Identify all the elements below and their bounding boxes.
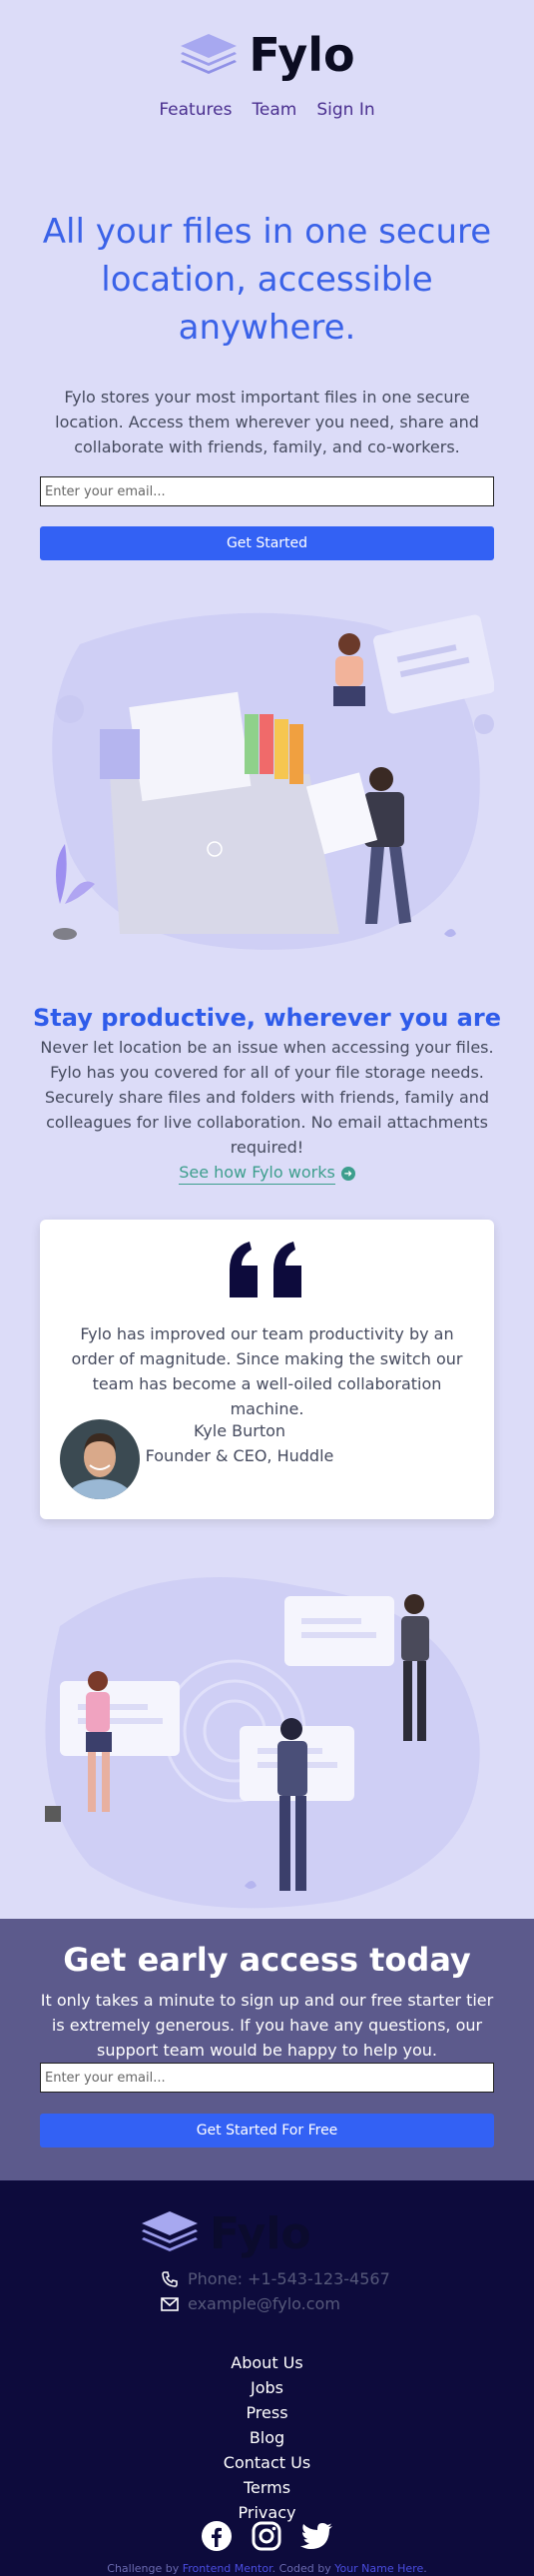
facebook-icon[interactable] <box>201 2520 233 2556</box>
testimonial-name: Kyle Burton <box>193 1421 286 1440</box>
footer-logo-text: Fylo <box>210 2208 311 2259</box>
early-access-title: Get early access today <box>63 1941 471 1979</box>
footer-link-blog[interactable]: Blog <box>0 2425 534 2450</box>
footer-phone: Phone: +1-543-123-4567 <box>160 2269 390 2288</box>
collaboration-illustration <box>40 1566 494 1921</box>
hero-title: All your files in one secure location, a… <box>42 212 492 348</box>
footer-link-contact[interactable]: Contact Us <box>0 2450 534 2475</box>
attribution: Challenge by Frontend Mentor. Coded by Y… <box>0 2562 534 2575</box>
footer-link-terms[interactable]: Terms <box>0 2475 534 2500</box>
quote-icon <box>230 1242 301 1297</box>
social-links <box>0 2520 534 2556</box>
footer-email: example@fylo.com <box>160 2294 340 2313</box>
fylo-logo-icon <box>179 32 239 78</box>
instagram-icon[interactable] <box>251 2520 282 2556</box>
footer-logo[interactable]: Fylo <box>140 2208 311 2259</box>
nav-team[interactable]: Team <box>252 100 296 120</box>
phone-icon <box>160 2270 180 2288</box>
avatar <box>60 1419 140 1499</box>
email-icon <box>160 2296 180 2312</box>
attribution-prefix: Challenge by <box>107 2562 183 2575</box>
landing-page: Fylo Features Team Sign In All your file… <box>0 0 534 2576</box>
productive-text: Never let location be an issue when acce… <box>40 1038 494 1157</box>
footer-link-about[interactable]: About Us <box>0 2350 534 2375</box>
footer: Fylo Phone: +1-543-123-4567 example@fylo… <box>0 2180 534 2576</box>
early-access-section: Get early access today It only takes a m… <box>0 1919 534 2180</box>
nav-features[interactable]: Features <box>159 100 232 120</box>
hero-subtitle: Fylo stores your most important files in… <box>55 388 479 456</box>
testimonial-quote: Fylo has improved our team productivity … <box>71 1324 463 1418</box>
productive-title: Stay productive, wherever you are <box>33 1004 501 1032</box>
hero-illustration <box>40 604 495 959</box>
testimonial-card: Fylo has improved our team productivity … <box>40 1220 494 1519</box>
early-access-text: It only takes a minute to sign up and ou… <box>40 1991 494 2060</box>
attribution-middle: . Coded by <box>271 2562 335 2575</box>
attribution-suffix: . <box>423 2562 427 2575</box>
email-text[interactable]: example@fylo.com <box>188 2294 340 2313</box>
footer-links: About Us Jobs Press Blog Contact Us Term… <box>0 2350 534 2525</box>
logo[interactable]: Fylo <box>0 28 534 82</box>
nav-sign-in[interactable]: Sign In <box>316 100 374 120</box>
twitter-icon[interactable] <box>299 2520 334 2556</box>
early-email-input[interactable] <box>40 2063 494 2093</box>
see-how-link[interactable]: See how Fylo works ➜ <box>0 1163 534 1185</box>
get-started-free-button[interactable]: Get Started For Free <box>40 2114 494 2147</box>
logo-text: Fylo <box>249 28 355 82</box>
fylo-logo-icon <box>140 2209 200 2259</box>
testimonial-role: Founder & CEO, Huddle <box>145 1446 334 1465</box>
see-how-label[interactable]: See how Fylo works <box>179 1163 335 1185</box>
phone-text: Phone: +1-543-123-4567 <box>188 2269 390 2288</box>
frontend-mentor-link[interactable]: Frontend Mentor <box>183 2562 272 2575</box>
author-link[interactable]: Your Name Here <box>334 2562 423 2575</box>
footer-link-press[interactable]: Press <box>0 2400 534 2425</box>
main-nav: Features Team Sign In <box>0 100 534 120</box>
hero-email-input[interactable] <box>40 476 494 506</box>
footer-link-jobs[interactable]: Jobs <box>0 2375 534 2400</box>
arrow-right-icon: ➜ <box>340 1167 355 1181</box>
get-started-button[interactable]: Get Started <box>40 526 494 560</box>
header: Fylo <box>0 28 534 82</box>
